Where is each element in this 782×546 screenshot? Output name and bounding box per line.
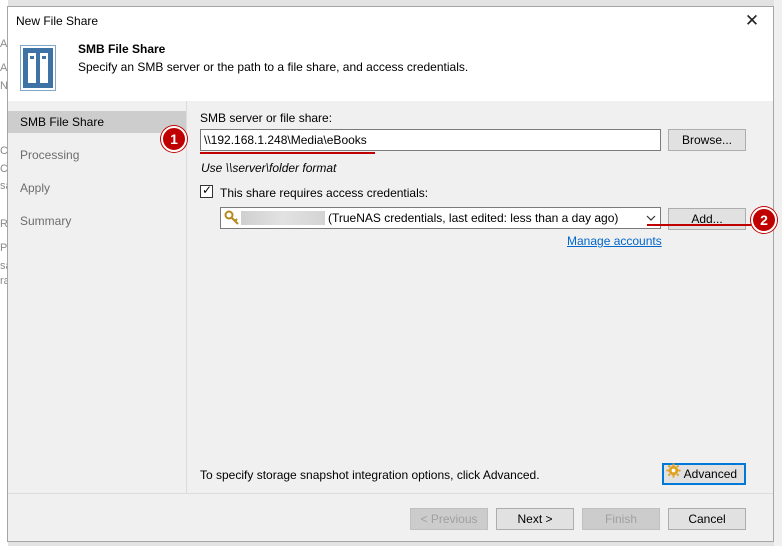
step-smb-file-share[interactable]: SMB File Share (8, 111, 186, 133)
cancel-button[interactable]: Cancel (668, 508, 746, 530)
annotation-underline (200, 152, 375, 154)
step-processing[interactable]: Processing (8, 144, 186, 166)
server-label: SMB server or file share: (200, 111, 333, 125)
add-credentials-button[interactable]: Add... (668, 208, 746, 230)
finish-button[interactable]: Finish (582, 508, 660, 530)
checkmark-icon: ✓ (202, 183, 213, 197)
browse-button[interactable]: Browse... (668, 129, 746, 151)
wizard-header: SMB File Share Specify an SMB server or … (8, 35, 773, 101)
page-title: SMB File Share (78, 42, 166, 56)
annotation-underline (647, 224, 751, 226)
credentials-checkbox-label[interactable]: This share requires access credentials: (220, 186, 428, 200)
annotation-marker-1: 1 (161, 126, 187, 152)
manage-accounts-link[interactable]: Manage accounts (567, 234, 662, 248)
close-icon[interactable]: ✕ (741, 10, 763, 32)
page-subtitle: Specify an SMB server or the path to a f… (78, 60, 469, 74)
credentials-selected: (TrueNAS credentials, last edited: less … (328, 211, 619, 225)
new-file-share-dialog: New File Share ✕ SMB File Share Specify … (7, 6, 774, 542)
wizard-footer: < Previous Next > Finish Cancel (8, 493, 773, 541)
format-hint: Use \\server\folder format (201, 161, 337, 175)
credentials-checkbox[interactable]: ✓ (200, 183, 213, 198)
file-share-icon (20, 45, 56, 94)
server-input[interactable]: \\192.168.1.248\Media\eBooks (200, 129, 661, 151)
wizard-steps: SMB File Share Processing Apply Summary (8, 101, 187, 493)
key-icon (224, 210, 240, 229)
advanced-button[interactable]: Advanced (662, 463, 746, 485)
previous-button[interactable]: < Previous (410, 508, 488, 530)
background-window (774, 0, 782, 546)
annotation-marker-2: 2 (751, 207, 777, 233)
step-summary[interactable]: Summary (8, 210, 186, 232)
advanced-button-label: Advanced (683, 467, 738, 481)
advanced-note: To specify storage snapshot integration … (200, 468, 540, 482)
gear-icon (666, 463, 681, 484)
window-title: New File Share (16, 14, 99, 28)
next-button[interactable]: Next > (496, 508, 574, 530)
redacted-username (241, 211, 325, 225)
step-content: SMB server or file share: \\192.168.1.24… (188, 101, 773, 493)
credentials-select[interactable]: (TrueNAS credentials, last edited: less … (220, 207, 661, 229)
title-bar: New File Share ✕ (8, 7, 773, 35)
step-apply[interactable]: Apply (8, 177, 186, 199)
